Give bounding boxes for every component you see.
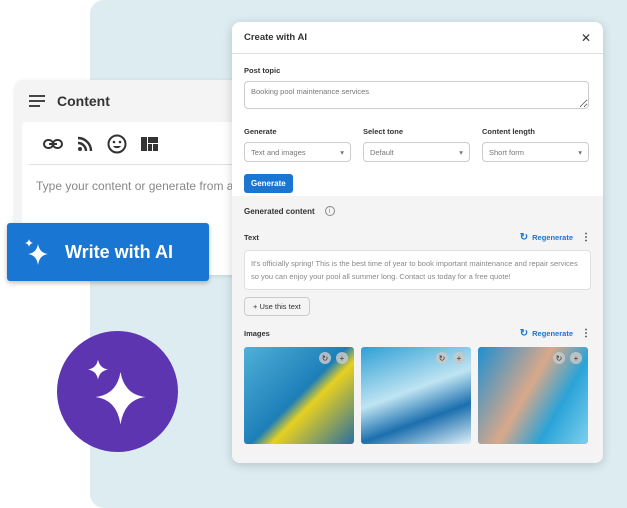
length-select[interactable]: Short form ▾ — [482, 142, 589, 162]
refresh-icon[interactable]: ↻ — [436, 352, 448, 364]
ai-badge — [57, 331, 178, 452]
post-topic-label: Post topic — [244, 66, 281, 75]
length-value: Short form — [489, 147, 525, 157]
refresh-icon[interactable]: ↻ — [553, 352, 565, 364]
write-with-ai-label: Write with AI — [65, 241, 173, 262]
text-label: Text — [244, 233, 259, 242]
sparkle-icon — [87, 359, 145, 424]
plus-icon[interactable]: + — [453, 352, 465, 364]
layout-icon[interactable] — [141, 137, 158, 151]
rss-icon[interactable] — [77, 136, 93, 152]
refresh-icon: ↻ — [519, 232, 529, 243]
plus-icon[interactable]: + — [336, 352, 348, 364]
caret-down-icon: ▾ — [578, 147, 582, 157]
generated-text[interactable]: It's officially spring! This is the best… — [244, 250, 591, 290]
post-topic-input[interactable]: Booking pool maintenance services — [244, 81, 589, 109]
close-icon[interactable]: ✕ — [581, 31, 591, 45]
more-icon[interactable]: ⋮ — [581, 328, 591, 339]
dialog-title: Create with AI — [244, 32, 307, 43]
refresh-icon[interactable]: ↻ — [319, 352, 331, 364]
content-title: Content — [57, 93, 110, 109]
caret-down-icon: ▾ — [459, 147, 463, 157]
generate-button[interactable]: Generate — [244, 174, 293, 193]
sparkle-icon — [25, 239, 48, 265]
images-label: Images — [244, 329, 270, 338]
generate-label: Generate — [244, 127, 277, 136]
generated-image-1[interactable]: ↻ + — [244, 347, 354, 444]
caret-down-icon: ▾ — [340, 147, 344, 157]
tone-label: Select tone — [363, 127, 404, 136]
generated-image-2[interactable]: ↻ + — [361, 347, 471, 444]
generate-select[interactable]: Text and images ▾ — [244, 142, 351, 162]
refresh-icon: ↻ — [519, 328, 529, 339]
generated-content-title: Generated content — [244, 206, 315, 216]
tone-value: Default — [370, 147, 394, 157]
menu-icon[interactable] — [29, 95, 45, 107]
generated-content-section: Generated content i Text ↻ Regenerate ⋮ It… — [232, 196, 603, 463]
info-icon[interactable]: i — [324, 206, 335, 216]
generate-value: Text and images — [251, 147, 306, 157]
tone-select[interactable]: Default ▾ — [363, 142, 470, 162]
create-with-ai-dialog: Create with AI ✕ Post topic Booking pool… — [232, 22, 603, 463]
write-with-ai-button[interactable]: Write with AI — [7, 223, 209, 281]
more-icon[interactable]: ⋮ — [581, 232, 591, 243]
use-this-text-button[interactable]: + Use this text — [244, 297, 310, 316]
generated-image-3[interactable]: ↻ + — [478, 347, 588, 444]
regenerate-images-button[interactable]: ↻ Regenerate — [520, 328, 573, 339]
regenerate-text-button[interactable]: ↻ Regenerate — [520, 232, 573, 243]
link-icon[interactable] — [43, 138, 63, 150]
length-label: Content length — [482, 127, 535, 136]
plus-icon[interactable]: + — [570, 352, 582, 364]
emoji-icon[interactable] — [107, 134, 127, 154]
